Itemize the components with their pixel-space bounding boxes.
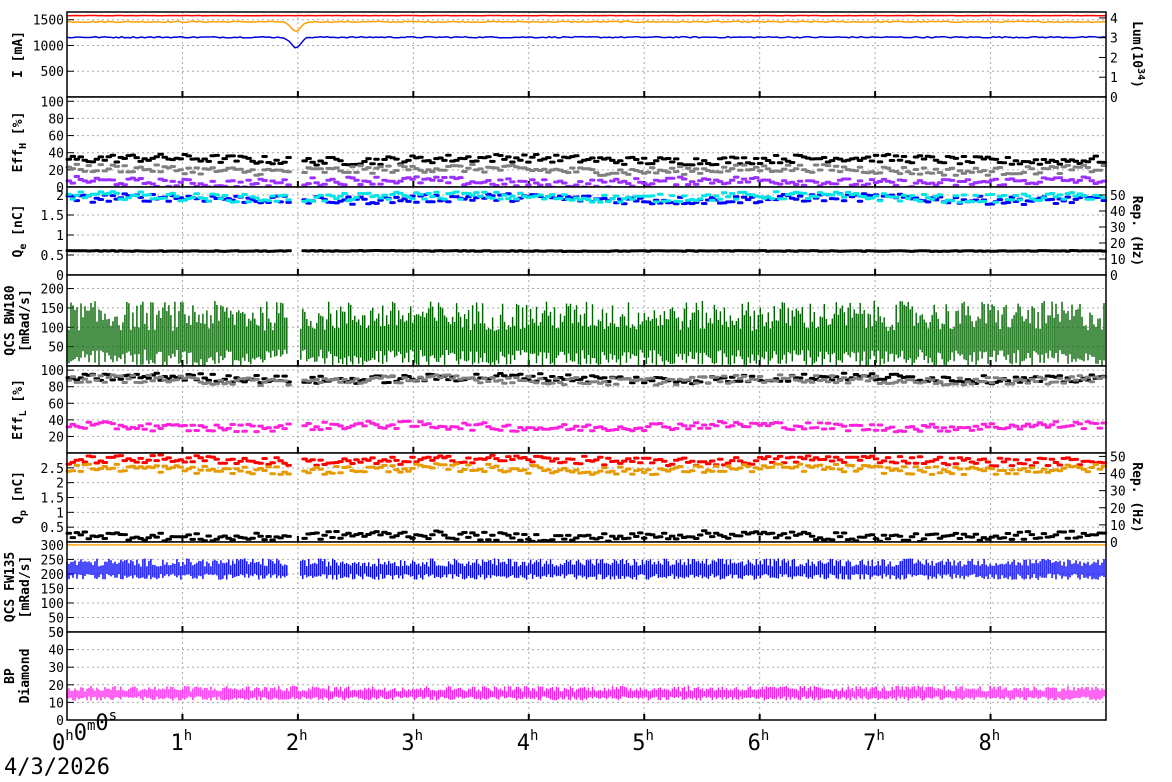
y-tick-label: 2.5: [41, 462, 64, 477]
y-tick-label: 300: [41, 539, 64, 554]
y2-tick-label: 10: [1110, 519, 1126, 534]
y-tick-label: 80: [48, 112, 64, 127]
y2-tick-label: 40: [1110, 205, 1126, 220]
y-axis-label: EffH [%]: [11, 112, 29, 173]
y-axis-label-line2: Diamond: [18, 649, 33, 704]
y2-axis-label: Lum(1034): [1129, 21, 1146, 88]
y-tick-label: 60: [48, 130, 64, 145]
panel-qcs_bw: 50 100 150 200 QCS BW180 [mRad/s]: [3, 274, 1107, 367]
y-tick-label: 20: [48, 164, 64, 179]
time-tick-label: 6h: [748, 728, 770, 756]
y-tick-label: 1: [56, 506, 64, 521]
y2-tick-label: 0: [1110, 91, 1118, 106]
panel-qcs_fw: 050100150200250300QCS FW135 [mRad/s]: [3, 539, 1107, 641]
y-axis-label-line2: [mRad/s]: [18, 289, 33, 352]
y-axis-label: Qp [nC]: [11, 471, 29, 524]
date-label: 4/3/2026: [4, 755, 110, 780]
y2-tick-label: 1: [1110, 71, 1118, 86]
y2-tick-label: 10: [1110, 253, 1126, 268]
y-tick-label: 1500: [33, 14, 64, 29]
y2-tick-label: 3: [1110, 32, 1118, 47]
y-tick-label: 80: [48, 381, 64, 396]
y2-tick-label: 30: [1110, 485, 1126, 500]
panel-bp_diamond: 0 10 20 30 40 50 BP Diamond: [3, 626, 1107, 729]
y2-tick-label: 4: [1110, 12, 1118, 27]
y-tick-label: 0.5: [41, 521, 64, 536]
y-tick-label: 1.5: [41, 209, 64, 224]
y2-tick-label: 50: [1110, 450, 1126, 465]
series-qe-2: [65, 249, 1108, 253]
y2-tick-label: 40: [1110, 468, 1126, 483]
panel-current: 500 1000 1500 I [mA] 0 1 2 3 4 Lum(1034): [11, 11, 1146, 106]
y-axis-label: Qe [nC]: [11, 205, 29, 258]
panel-qp: 0.511.522.5 Qp [nC] 0 10 20 30 40 50Rep. (Hz): [11, 450, 1144, 551]
y-tick-label: 1000: [33, 39, 64, 54]
y-tick-label: 10: [48, 696, 64, 711]
y-axis-label: EffL [%]: [11, 379, 29, 440]
plot-background: [67, 542, 1106, 632]
y-axis-label: QCS BW180: [3, 285, 18, 356]
multi-panel-time-series-chart: 50010001500I [mA]01234Lum(1034)020406080…: [3, 11, 1146, 756]
y-tick-label: 40: [48, 414, 64, 429]
y2-tick-label: 50: [1110, 189, 1126, 204]
y2-axis-label: Rep. (Hz): [1129, 196, 1144, 266]
time-tick-label: 5h: [632, 728, 654, 756]
y-tick-label: 250: [41, 553, 64, 568]
y-axis-label: BP: [3, 668, 18, 684]
y-tick-label: 150: [41, 302, 64, 317]
y-tick-label: 200: [41, 283, 64, 298]
y-axis-label: QCS FW135: [3, 552, 18, 622]
plot-background: [67, 632, 1106, 720]
y2-axis-label: Rep. (Hz): [1129, 462, 1144, 532]
y2-tick-label: 0: [1110, 269, 1118, 284]
time-tick-label: 8h: [979, 728, 1001, 756]
y-tick-label: 1: [56, 229, 64, 244]
y-tick-label: 100: [41, 597, 64, 612]
y2-tick-label: 30: [1110, 221, 1126, 236]
plot-background: [67, 97, 1106, 187]
y-tick-label: 100: [41, 364, 64, 379]
time-tick-label: 7h: [863, 728, 885, 756]
y-axis-label: I [mA]: [11, 31, 26, 78]
y-tick-label: 0: [56, 714, 64, 729]
y-tick-label: 100: [41, 95, 64, 110]
panel-eff_l: 2040 6080 100 EffL [%]: [11, 364, 1108, 454]
time-tick-label: 4h: [517, 728, 539, 756]
y2-tick-label: 2: [1110, 51, 1118, 66]
y-tick-label: 60: [48, 397, 64, 412]
y-axis-label-line2: [mRad/s]: [18, 556, 33, 619]
y-tick-label: 100: [41, 321, 64, 336]
plot-background: [67, 12, 1106, 97]
panel-eff_h: 020406080100EffH [%]: [11, 95, 1108, 196]
y2-tick-label: 20: [1110, 237, 1126, 252]
series-points: [65, 249, 1108, 253]
y-tick-label: 40: [48, 644, 64, 659]
time-tick-label: 2h: [286, 728, 308, 756]
y-tick-label: 50: [48, 341, 64, 356]
y-tick-label: 20: [48, 430, 64, 445]
y-tick-label: 0.5: [41, 249, 64, 264]
y-tick-label: 50: [48, 611, 64, 626]
panel-qe: 00.511.52Qe [nC]01020304050 Rep. (Hz): [11, 186, 1144, 284]
y-tick-label: 40: [48, 147, 64, 162]
y-tick-label: 150: [41, 582, 64, 597]
y-tick-label: 2: [56, 477, 64, 492]
y-tick-label: 30: [48, 661, 64, 676]
time-tick-label: 3h: [401, 728, 423, 756]
y-tick-label: 200: [41, 568, 64, 583]
y-tick-label: 2: [56, 189, 64, 204]
y-tick-label: 20: [48, 679, 64, 694]
y-tick-label: 1.5: [41, 492, 64, 507]
y2-tick-label: 20: [1110, 502, 1126, 517]
time-tick-label: 1h: [170, 728, 192, 756]
y-tick-label: 50: [48, 626, 64, 641]
y2-tick-label: 0: [1110, 536, 1118, 551]
y-tick-label: 500: [41, 65, 64, 80]
